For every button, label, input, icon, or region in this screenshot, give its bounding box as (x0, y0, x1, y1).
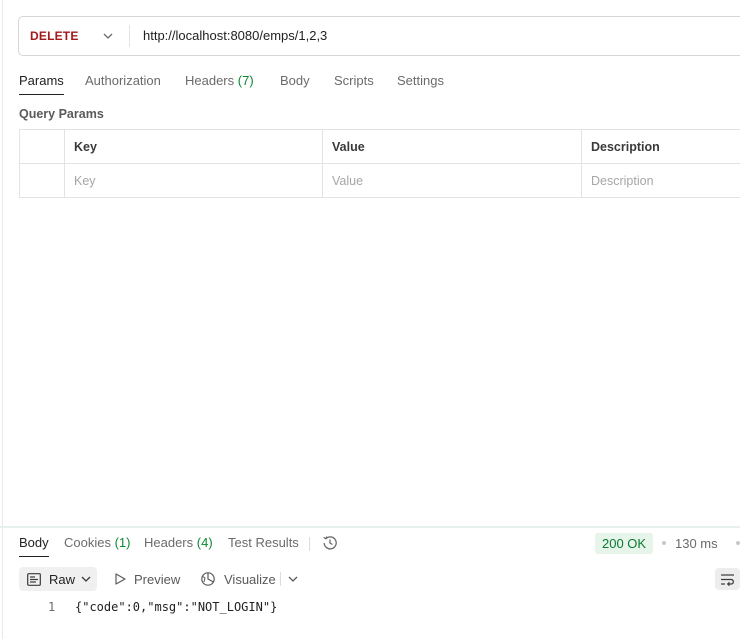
tab-scripts[interactable]: Scripts (334, 73, 374, 88)
line-number: 1 (48, 600, 56, 614)
response-pane-divider[interactable] (0, 526, 740, 528)
chevron-down-icon[interactable] (287, 574, 299, 584)
tab-cookies[interactable]: Cookies (1) (64, 535, 130, 550)
table-header-row: Key Value Description (20, 130, 740, 164)
visualize-label: Visualize (224, 571, 276, 587)
tab-label: Settings (397, 73, 444, 88)
url-input[interactable]: http://localhost:8080/emps/1,2,3 (143, 28, 327, 43)
separator-dot (662, 541, 666, 545)
tab-label: Headers (185, 73, 235, 88)
tab-label: Body (280, 73, 310, 88)
checkbox-column-header (20, 130, 65, 163)
tab-count: (7) (237, 73, 254, 88)
tab-label: Body (19, 535, 49, 550)
url-divider (129, 25, 130, 47)
tab-label: Cookies (64, 535, 111, 550)
tab-headers[interactable]: Headers (7) (185, 73, 254, 88)
value-cell (323, 164, 582, 197)
tab-label: Params (19, 73, 64, 88)
tab-settings[interactable]: Settings (397, 73, 444, 88)
tab-body[interactable]: Body (280, 73, 310, 88)
left-border (2, 0, 3, 639)
status-badge[interactable]: 200 OK (595, 533, 654, 554)
chevron-down-icon (81, 576, 91, 582)
history-icon[interactable] (321, 534, 339, 552)
raw-label: Raw (49, 571, 76, 587)
key-cell (65, 164, 323, 197)
tab-response-headers[interactable]: Headers (4) (144, 535, 213, 550)
tab-count: (1) (114, 535, 131, 550)
description-cell (582, 164, 740, 197)
query-params-table: Key Value Description (19, 129, 740, 198)
tab-label: Authorization (85, 73, 161, 88)
tab-params[interactable]: Params (19, 73, 64, 95)
tab-separator (309, 537, 310, 551)
response-time[interactable]: 130 ms (675, 536, 718, 551)
table-row (20, 164, 740, 197)
tab-test-results[interactable]: Test Results (228, 535, 299, 550)
response-body-code[interactable]: {"code":0,"msg":"NOT_LOGIN"} (75, 600, 277, 614)
visualize-button[interactable]: Visualize (200, 567, 276, 591)
description-column-header: Description (591, 139, 660, 154)
separator-dot (736, 541, 740, 545)
query-params-title: Query Params (19, 107, 104, 121)
document-icon (27, 572, 41, 586)
play-icon (115, 573, 126, 585)
wrap-text-icon (721, 573, 734, 586)
value-input[interactable] (332, 173, 581, 188)
tab-label: Test Results (228, 535, 299, 550)
tab-count: (4) (196, 535, 213, 550)
chevron-down-icon (103, 33, 113, 39)
preview-label: Preview (134, 571, 181, 587)
preview-button[interactable]: Preview (115, 567, 180, 591)
value-column-header: Value (323, 130, 582, 163)
wrap-lines-button[interactable] (715, 568, 740, 590)
tab-response-body[interactable]: Body (19, 535, 49, 557)
key-column-header: Key (65, 130, 323, 163)
description-input[interactable] (591, 173, 740, 188)
tab-label: Headers (144, 535, 194, 550)
raw-format-button[interactable]: Raw (19, 567, 97, 591)
visualize-icon (201, 572, 215, 586)
key-input[interactable] (74, 173, 322, 188)
request-url-bar: DELETE http://localhost:8080/emps/1,2,3 (18, 16, 740, 56)
method-label: DELETE (30, 29, 79, 43)
tab-label: Scripts (334, 73, 374, 88)
row-checkbox-cell (20, 164, 65, 197)
tab-authorization[interactable]: Authorization (85, 73, 161, 88)
method-select[interactable]: DELETE (19, 17, 129, 55)
toolbar-separator (280, 572, 281, 586)
